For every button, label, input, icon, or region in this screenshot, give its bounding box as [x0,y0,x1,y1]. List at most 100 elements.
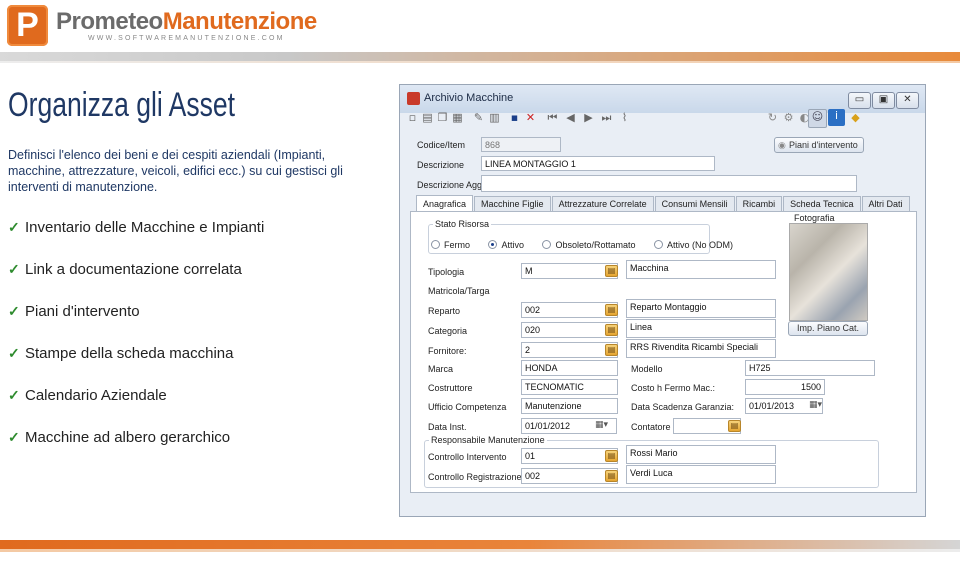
modello-field[interactable]: H725 [745,360,875,376]
marca-label: Marca [428,364,454,374]
controllo-intervento-label: Controllo Intervento [428,452,507,462]
controllo-intervento-lookup-icon[interactable]: ▤ [605,450,618,462]
close-button[interactable]: ✕ [896,92,919,109]
tab-consumi-mensili[interactable]: Consumi Mensili [654,196,735,212]
brand-part2: Manutenzione [162,8,318,35]
copy-icon[interactable]: ❐ [436,111,449,124]
tipologia-label: Tipologia [428,267,465,277]
tab-altri-dati[interactable]: Altri Dati [861,196,910,212]
reparto-lookup-icon[interactable]: ▤ [605,304,618,316]
feature-item: ✓ Calendario Aziendale [8,386,264,428]
minimize-button[interactable]: ▭ [848,92,871,109]
next-record-icon[interactable]: ▶ [582,111,595,124]
tab-attrezzature-correlate[interactable]: Attrezzature Correlate [551,196,654,212]
refresh-icon[interactable]: ↻ [766,111,779,124]
fotografia-label: Fotografia [794,213,835,223]
header-divider [0,52,960,61]
feature-text: Macchine ad albero gerarchico [25,429,231,446]
data-inst-calendar-icon[interactable]: ▦▾ [595,420,608,430]
feature-text: Inventario delle Macchine e Impianti [25,219,265,236]
tab-anagrafica[interactable]: Anagrafica [416,195,474,212]
footer-divider [0,540,960,549]
fornitore-lookup-icon[interactable]: ▤ [605,344,618,356]
piani-intervento-button[interactable]: ◉ Piani d'intervento [774,137,864,153]
tab-scheda-tecnica[interactable]: Scheda Tecnica [783,196,861,212]
tipologia-desc-field: Macchina [626,260,776,279]
reparto-label: Reparto [428,306,461,316]
fornitore-label: Fornitore: [428,346,467,356]
tipologia-code-field[interactable]: M [521,263,618,279]
tools-icon[interactable]: ⚙ [782,111,795,124]
fornitore-code-field[interactable]: 2 [521,342,618,358]
radio-attivo-no-odm[interactable]: Attivo (No ODM) [653,239,733,250]
costruttore-field[interactable]: TECNOMATIC [521,379,618,395]
matricola-label: Matricola/Targa [428,286,490,296]
feature-text: Link a documentazione correlata [25,261,242,278]
first-record-icon[interactable]: ⏮ [546,111,559,124]
contatore-label: Contatore [631,422,671,432]
feature-list: ✓ Inventario delle Macchine e Impianti ✓ L… [8,218,264,470]
tab-strip: Anagrafica Macchine Figlie Attrezzature … [416,195,911,212]
machine-photo[interactable] [789,223,868,321]
brand-part1: Prometeo [56,8,163,35]
cancel-icon[interactable]: ✕ [524,111,537,124]
edit-icon[interactable]: ✎ [472,111,485,124]
brand-name: PrometeoManutenzione [56,8,317,36]
save-icon[interactable]: ▪ [508,111,521,124]
user-icon[interactable]: ☺ [808,109,827,128]
scadenza-value: 01/01/2013 [749,401,795,411]
categoria-lookup-icon[interactable]: ▤ [605,324,618,336]
scadenza-calendar-icon[interactable]: ▦▾ [809,400,822,410]
radio-fermo[interactable]: Fermo [431,240,470,250]
controllo-registrazione-name: Verdi Luca [626,465,776,484]
controllo-registrazione-lookup-icon[interactable]: ▤ [605,470,618,482]
archivio-macchine-window: Archivio Macchine ▭ ▣ ✕ ▫ ▤ ❐ ▦ ✎ ▥ ▪ ✕ … [399,84,926,517]
info-icon[interactable]: i [828,109,845,126]
imp-piano-cat-button[interactable]: Imp. Piano Cat. [788,321,868,336]
categoria-label: Categoria [428,326,468,336]
costo-label: Costo h Fermo Mac.: [631,383,716,393]
prev-record-icon[interactable]: ◀ [564,111,577,124]
radio-attivo[interactable]: Attivo [488,240,524,250]
radio-dot [431,240,440,249]
descrizione-field[interactable]: LINEA MONTAGGIO 1 [481,156,715,171]
marca-field[interactable]: HONDA [521,360,618,376]
new-icon[interactable]: ▫ [406,111,419,124]
reparto-code-field[interactable]: 002 [521,302,618,318]
tipologia-lookup-icon[interactable]: ▤ [605,265,618,277]
header-divider-shadow [0,61,960,63]
list-icon[interactable]: ▤ [421,111,434,124]
attach-icon[interactable]: ⌇ [618,111,631,124]
costo-field[interactable]: 1500 [745,379,825,395]
stato-radio-group: Fermo Attivo Obsoleto/Rottamato Attivo (… [431,236,747,254]
tab-ricambi[interactable]: Ricambi [735,196,783,212]
radio-obsoleto[interactable]: Obsoleto/Rottamato [542,240,635,250]
contatore-lookup-icon[interactable]: ▤ [728,420,741,432]
controllo-intervento-code[interactable]: 01 [521,448,618,464]
folder-icon[interactable]: ◆ [849,111,862,124]
radio-dot-selected [488,240,498,249]
feature-text: Calendario Aziendale [25,387,167,404]
piani-icon: ◉ [778,140,786,150]
check-icon: ✓ [8,219,20,235]
radio-label: Attivo (No ODM) [666,239,733,250]
feature-item: ✓ Inventario delle Macchine e Impianti [8,218,264,260]
radio-label: Obsoleto/Rottamato [555,239,636,250]
table-icon[interactable]: ▦ [451,111,464,124]
window-title: Archivio Macchine [424,92,514,104]
controllo-intervento-name: Rossi Mario [626,445,776,464]
descrizione-agg-field[interactable] [481,175,857,192]
feature-item: ✓ Link a documentazione correlata [8,260,264,302]
categoria-code-field[interactable]: 020 [521,322,618,338]
tab-macchine-figlie[interactable]: Macchine Figlie [474,196,551,212]
app-icon [407,92,420,105]
footer-divider-shadow [0,549,960,552]
maximize-button[interactable]: ▣ [872,92,895,109]
scadenza-label: Data Scadenza Garanzia: [631,402,735,412]
ufficio-field[interactable]: Manutenzione [521,398,618,414]
last-record-icon[interactable]: ⏭ [600,111,613,124]
check-icon: ✓ [8,429,20,445]
codice-field[interactable]: 868 [481,137,561,152]
controllo-registrazione-code[interactable]: 002 [521,468,618,484]
grid-icon[interactable]: ▥ [488,111,501,124]
